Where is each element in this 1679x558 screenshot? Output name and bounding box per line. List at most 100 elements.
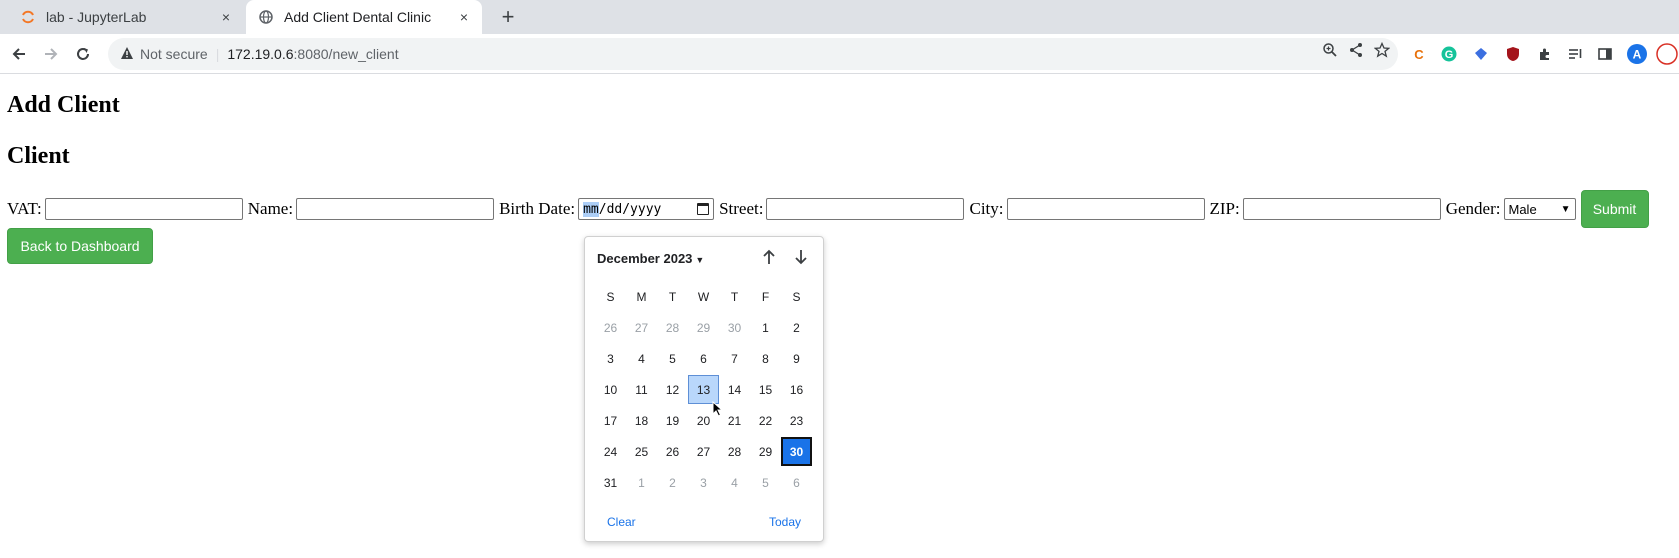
calendar-day[interactable]: 2	[657, 468, 688, 497]
weekday-label: S	[606, 289, 615, 304]
url-host: 172.19.0.6	[227, 46, 294, 62]
next-month-arrow-icon[interactable]	[789, 245, 813, 269]
jupyter-icon	[20, 9, 36, 25]
calendar-day[interactable]: 17	[595, 406, 626, 435]
grammarly-icon[interactable]: G	[1438, 43, 1460, 65]
address-bar[interactable]: Not secure | 172.19.0.6 :8080/new_client	[108, 38, 1398, 70]
vat-input[interactable]	[44, 198, 243, 220]
extension-shield-icon[interactable]	[1470, 43, 1492, 65]
gender-value: Male	[1508, 201, 1537, 217]
weekday-label: M	[636, 289, 647, 304]
submit-button[interactable]: Submit	[1580, 190, 1649, 228]
weekday-label: T	[730, 289, 739, 304]
calendar-day[interactable]: 31	[595, 468, 626, 497]
calendar-day[interactable]: 12	[657, 375, 688, 404]
calendar-day[interactable]: 29	[688, 313, 719, 342]
calendar-day[interactable]: 16	[781, 375, 812, 404]
calendar-grid: SMTWTFS 26 27 28 29 30 1 2 3 4 5 6 7 8 9 10 11 12 13 14 15 1…	[595, 281, 812, 498]
calendar-day[interactable]: 23	[781, 406, 812, 435]
name-label: Name:	[247, 199, 294, 218]
section-title: Client	[7, 143, 70, 169]
calendar-day[interactable]: 18	[626, 406, 657, 435]
calendar-day[interactable]: 7	[719, 344, 750, 373]
calendar-day[interactable]: 6	[688, 344, 719, 373]
profile-chip-icon[interactable]	[1656, 43, 1678, 65]
side-panel-icon[interactable]	[1594, 43, 1616, 65]
name-input[interactable]	[296, 198, 495, 220]
close-icon[interactable]: ×	[214, 5, 238, 29]
city-input[interactable]	[1006, 198, 1205, 220]
new-tab-button[interactable]: +	[496, 4, 520, 29]
calendar-day[interactable]: 26	[657, 437, 688, 466]
forward-arrow-icon[interactable]	[37, 40, 65, 68]
month-segment[interactable]: mm	[583, 201, 599, 217]
calendar-day[interactable]: 25	[626, 437, 657, 466]
extension-c-icon[interactable]: C	[1408, 43, 1430, 65]
birth-date-label: Birth Date:	[499, 199, 576, 218]
calendar-day[interactable]: 14	[719, 375, 750, 404]
calendar-day[interactable]: 10	[595, 375, 626, 404]
reload-icon[interactable]	[69, 40, 97, 68]
calendar-day[interactable]: 4	[626, 344, 657, 373]
back-to-dashboard-button[interactable]: Back to Dashboard	[7, 228, 153, 264]
calendar-day[interactable]: 5	[657, 344, 688, 373]
back-arrow-icon[interactable]	[5, 40, 33, 68]
calendar-day[interactable]: 8	[750, 344, 781, 373]
tab-add-client[interactable]: Add Client Dental Clinic ×	[246, 0, 482, 34]
ublock-icon[interactable]	[1502, 43, 1524, 65]
vat-label: VAT:	[7, 199, 42, 218]
calendar-day[interactable]: 9	[781, 344, 812, 373]
calendar-day[interactable]: 27	[626, 313, 657, 342]
previous-month-arrow-icon[interactable]	[757, 245, 781, 269]
calendar-day[interactable]: 28	[657, 313, 688, 342]
client-form: VAT: Name: Birth Date: mm /dd/yyyy Stree…	[7, 190, 1649, 228]
calendar-icon[interactable]	[697, 203, 710, 215]
close-icon[interactable]: ×	[452, 5, 476, 29]
calendar-day[interactable]: 22	[750, 406, 781, 435]
calendar-day[interactable]: 15	[750, 375, 781, 404]
calendar-day[interactable]: 11	[626, 375, 657, 404]
city-label: City:	[969, 199, 1004, 218]
clear-button[interactable]: Clear	[607, 515, 636, 529]
calendar-day[interactable]: 5	[750, 468, 781, 497]
tab-jupyterlab[interactable]: lab - JupyterLab ×	[8, 0, 244, 34]
today-button[interactable]: Today	[769, 515, 801, 529]
date-picker-popup: December 2023 ▼ SMTWTFS 26 27 28 29 30 1 2 3 4 5 6 7…	[584, 236, 824, 542]
calendar-day[interactable]: 27	[688, 437, 719, 466]
calendar-day[interactable]: 4	[719, 468, 750, 497]
weekday-label: T	[668, 289, 677, 304]
calendar-day[interactable]: 2	[781, 313, 812, 342]
calendar-day[interactable]: 13	[688, 375, 719, 404]
birth-date-input[interactable]: mm /dd/yyyy	[578, 198, 715, 220]
calendar-week-row: 17 18 19 20 21 22 23	[595, 405, 812, 436]
gender-select[interactable]: Male ▼	[1503, 198, 1576, 220]
share-icon[interactable]	[1348, 42, 1364, 62]
calendar-day[interactable]: 28	[719, 437, 750, 466]
month-year-selector[interactable]: December 2023 ▼	[597, 251, 704, 266]
calendar-day[interactable]: 3	[688, 468, 719, 497]
browser-toolbar: Not secure | 172.19.0.6 :8080/new_client…	[0, 34, 1679, 74]
street-input[interactable]	[766, 198, 965, 220]
zip-input[interactable]	[1242, 198, 1441, 220]
calendar-day[interactable]: 6	[781, 468, 812, 497]
calendar-day[interactable]: 19	[657, 406, 688, 435]
calendar-day[interactable]: 1	[626, 468, 657, 497]
security-label[interactable]: Not secure	[140, 46, 208, 62]
globe-icon	[258, 9, 274, 25]
calendar-day[interactable]: 3	[595, 344, 626, 373]
warning-icon[interactable]	[120, 46, 134, 63]
profile-avatar[interactable]: A	[1626, 43, 1648, 65]
calendar-day[interactable]: 1	[750, 313, 781, 342]
calendar-day[interactable]: 29	[750, 437, 781, 466]
weekday-label: S	[792, 289, 801, 304]
calendar-day[interactable]: 30	[781, 437, 812, 466]
date-placeholder: /dd/yyyy	[598, 201, 662, 217]
zoom-icon[interactable]	[1322, 42, 1338, 62]
reading-list-icon[interactable]	[1564, 43, 1586, 65]
calendar-day[interactable]: 30	[719, 313, 750, 342]
page-title: Add Client	[7, 92, 120, 118]
calendar-day[interactable]: 26	[595, 313, 626, 342]
puzzle-icon[interactable]	[1534, 43, 1556, 65]
star-icon[interactable]	[1373, 41, 1391, 62]
calendar-day[interactable]: 24	[595, 437, 626, 466]
